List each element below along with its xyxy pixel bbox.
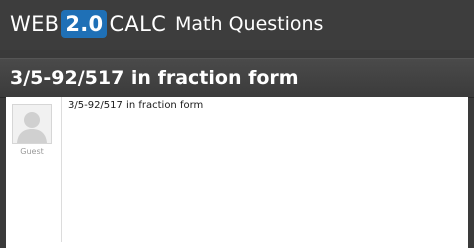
author-name: Guest xyxy=(20,147,44,156)
avatar xyxy=(12,104,52,144)
question-title-bar: 3/5-92/517 in fraction form xyxy=(0,58,474,98)
question-text: 3/5-92/517 in fraction form xyxy=(68,100,204,111)
math-questions-link[interactable]: Math Questions xyxy=(175,9,323,39)
site-header: WEB 2.0 CALC Math Questions xyxy=(0,0,474,50)
author-column: Guest xyxy=(6,97,62,242)
logo-text-calc: CALC xyxy=(109,12,167,36)
guest-avatar-icon xyxy=(17,112,47,143)
page-title: 3/5-92/517 in fraction form xyxy=(10,67,299,89)
logo-text-web: WEB xyxy=(10,12,60,36)
question-panel: Guest 3/5-92/517 in fraction form xyxy=(6,97,468,248)
logo-badge: 2.0 xyxy=(61,10,108,38)
site-logo[interactable]: WEB 2.0 CALC xyxy=(10,9,166,39)
